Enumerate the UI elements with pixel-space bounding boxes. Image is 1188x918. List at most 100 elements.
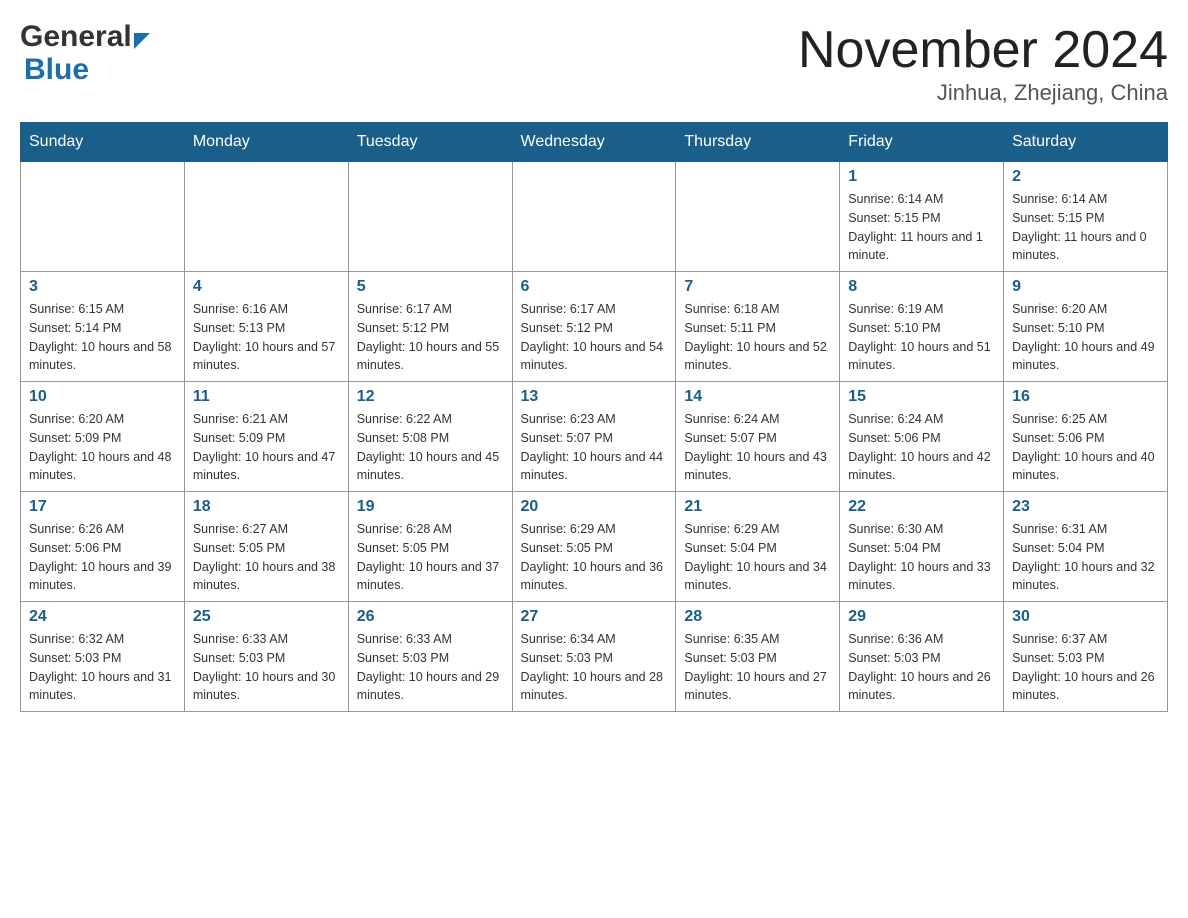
- day-number-27: 27: [521, 608, 668, 626]
- day-info-24: Sunrise: 6:32 AMSunset: 5:03 PMDaylight:…: [29, 630, 176, 705]
- cell-week2-day7: 9 Sunrise: 6:20 AMSunset: 5:10 PMDaylight…: [1004, 272, 1168, 382]
- day-info-14: Sunrise: 6:24 AMSunset: 5:07 PMDaylight:…: [684, 410, 831, 485]
- day-number-17: 17: [29, 498, 176, 516]
- day-info-19: Sunrise: 6:28 AMSunset: 5:05 PMDaylight:…: [357, 520, 504, 595]
- day-info-6: Sunrise: 6:17 AMSunset: 5:12 PMDaylight:…: [521, 300, 668, 375]
- cell-week1-day5: [676, 162, 840, 272]
- cell-week3-day6: 15 Sunrise: 6:24 AMSunset: 5:06 PMDayligh…: [840, 382, 1004, 492]
- cell-week1-day3: [348, 162, 512, 272]
- week-row-3: 10 Sunrise: 6:20 AMSunset: 5:09 PMDayligh…: [21, 382, 1168, 492]
- day-info-27: Sunrise: 6:34 AMSunset: 5:03 PMDaylight:…: [521, 630, 668, 705]
- week-row-4: 17 Sunrise: 6:26 AMSunset: 5:06 PMDayligh…: [21, 492, 1168, 602]
- day-number-5: 5: [357, 278, 504, 296]
- logo-general-label: General: [20, 20, 132, 54]
- cell-week1-day7: 2Sunrise: 6:14 AMSunset: 5:15 PMDaylight…: [1004, 162, 1168, 272]
- day-number-1: 1: [848, 168, 995, 186]
- cell-week2-day3: 5 Sunrise: 6:17 AMSunset: 5:12 PMDaylight…: [348, 272, 512, 382]
- cell-week3-day2: 11Sunrise: 6:21 AMSunset: 5:09 PMDayligh…: [184, 382, 348, 492]
- header-thursday: Thursday: [676, 123, 840, 162]
- day-info-4: Sunrise: 6:16 AMSunset: 5:13 PMDaylight:…: [193, 300, 340, 375]
- day-info-30: Sunrise: 6:37 AMSunset: 5:03 PMDaylight:…: [1012, 630, 1159, 705]
- day-info-15: Sunrise: 6:24 AMSunset: 5:06 PMDaylight:…: [848, 410, 995, 485]
- day-info-21: Sunrise: 6:29 AMSunset: 5:04 PMDaylight:…: [684, 520, 831, 595]
- day-number-11: 11: [193, 388, 340, 406]
- cell-week2-day2: 4 Sunrise: 6:16 AMSunset: 5:13 PMDaylight…: [184, 272, 348, 382]
- day-number-25: 25: [193, 608, 340, 626]
- logo-blue-label: Blue: [24, 53, 89, 86]
- day-number-16: 16: [1012, 388, 1159, 406]
- cell-week2-day6: 8Sunrise: 6:19 AMSunset: 5:10 PMDaylight…: [840, 272, 1004, 382]
- day-info-7: Sunrise: 6:18 AMSunset: 5:11 PMDaylight:…: [684, 300, 831, 375]
- day-number-10: 10: [29, 388, 176, 406]
- page-header-wrapper: General Blue November 2024 Jinhua, Zheji…: [20, 20, 1168, 106]
- day-number-20: 20: [521, 498, 668, 516]
- day-number-9: 9: [1012, 278, 1159, 296]
- day-info-28: Sunrise: 6:35 AMSunset: 5:03 PMDaylight:…: [684, 630, 831, 705]
- day-number-28: 28: [684, 608, 831, 626]
- day-info-5: Sunrise: 6:17 AMSunset: 5:12 PMDaylight:…: [357, 300, 504, 375]
- logo-blue-triangle: [134, 23, 150, 57]
- day-info-2: Sunrise: 6:14 AMSunset: 5:15 PMDaylight:…: [1012, 190, 1159, 265]
- header-sunday: Sunday: [21, 123, 185, 162]
- cell-week5-day7: 30Sunrise: 6:37 AMSunset: 5:03 PMDayligh…: [1004, 602, 1168, 712]
- header-monday: Monday: [184, 123, 348, 162]
- day-number-13: 13: [521, 388, 668, 406]
- cell-week2-day1: 3 Sunrise: 6:15 AMSunset: 5:14 PMDaylight…: [21, 272, 185, 382]
- day-info-9: Sunrise: 6:20 AMSunset: 5:10 PMDaylight:…: [1012, 300, 1159, 375]
- day-number-8: 8: [848, 278, 995, 296]
- cell-week5-day1: 24 Sunrise: 6:32 AMSunset: 5:03 PMDayligh…: [21, 602, 185, 712]
- cell-week5-day4: 27 Sunrise: 6:34 AMSunset: 5:03 PMDayligh…: [512, 602, 676, 712]
- day-info-3: Sunrise: 6:15 AMSunset: 5:14 PMDaylight:…: [29, 300, 176, 375]
- day-number-15: 15: [848, 388, 995, 406]
- header-saturday: Saturday: [1004, 123, 1168, 162]
- day-number-6: 6: [521, 278, 668, 296]
- cell-week5-day2: 25Sunrise: 6:33 AMSunset: 5:03 PMDayligh…: [184, 602, 348, 712]
- cell-week4-day1: 17 Sunrise: 6:26 AMSunset: 5:06 PMDayligh…: [21, 492, 185, 602]
- day-info-1: Sunrise: 6:14 AMSunset: 5:15 PMDaylight:…: [848, 190, 995, 265]
- day-number-24: 24: [29, 608, 176, 626]
- day-info-26: Sunrise: 6:33 AMSunset: 5:03 PMDaylight:…: [357, 630, 504, 705]
- cell-week4-day6: 22 Sunrise: 6:30 AMSunset: 5:04 PMDayligh…: [840, 492, 1004, 602]
- day-number-3: 3: [29, 278, 176, 296]
- cell-week4-day2: 18Sunrise: 6:27 AMSunset: 5:05 PMDayligh…: [184, 492, 348, 602]
- day-number-12: 12: [357, 388, 504, 406]
- day-info-20: Sunrise: 6:29 AMSunset: 5:05 PMDaylight:…: [521, 520, 668, 595]
- day-number-23: 23: [1012, 498, 1159, 516]
- calendar-header-row: SundayMondayTuesdayWednesdayThursdayFrid…: [21, 123, 1168, 162]
- day-number-7: 7: [684, 278, 831, 296]
- day-info-29: Sunrise: 6:36 AMSunset: 5:03 PMDaylight:…: [848, 630, 995, 705]
- cell-week3-day7: 16 Sunrise: 6:25 AMSunset: 5:06 PMDayligh…: [1004, 382, 1168, 492]
- cell-week5-day3: 26 Sunrise: 6:33 AMSunset: 5:03 PMDayligh…: [348, 602, 512, 712]
- header-friday: Friday: [840, 123, 1004, 162]
- cell-week3-day4: 13Sunrise: 6:23 AMSunset: 5:07 PMDayligh…: [512, 382, 676, 492]
- day-number-21: 21: [684, 498, 831, 516]
- day-info-10: Sunrise: 6:20 AMSunset: 5:09 PMDaylight:…: [29, 410, 176, 485]
- day-number-29: 29: [848, 608, 995, 626]
- day-number-19: 19: [357, 498, 504, 516]
- week-row-5: 24 Sunrise: 6:32 AMSunset: 5:03 PMDayligh…: [21, 602, 1168, 712]
- day-number-4: 4: [193, 278, 340, 296]
- week-row-1: 1 Sunrise: 6:14 AMSunset: 5:15 PMDaylight…: [21, 162, 1168, 272]
- calendar-table: SundayMondayTuesdayWednesdayThursdayFrid…: [20, 122, 1168, 712]
- day-info-17: Sunrise: 6:26 AMSunset: 5:06 PMDaylight:…: [29, 520, 176, 595]
- header-tuesday: Tuesday: [348, 123, 512, 162]
- day-info-23: Sunrise: 6:31 AMSunset: 5:04 PMDaylight:…: [1012, 520, 1159, 595]
- cell-week4-day5: 21 Sunrise: 6:29 AMSunset: 5:04 PMDayligh…: [676, 492, 840, 602]
- day-info-16: Sunrise: 6:25 AMSunset: 5:06 PMDaylight:…: [1012, 410, 1159, 485]
- cell-week4-day3: 19 Sunrise: 6:28 AMSunset: 5:05 PMDayligh…: [348, 492, 512, 602]
- day-info-18: Sunrise: 6:27 AMSunset: 5:05 PMDaylight:…: [193, 520, 340, 595]
- day-number-26: 26: [357, 608, 504, 626]
- cell-week5-day5: 28 Sunrise: 6:35 AMSunset: 5:03 PMDayligh…: [676, 602, 840, 712]
- cell-week3-day5: 14Sunrise: 6:24 AMSunset: 5:07 PMDayligh…: [676, 382, 840, 492]
- cell-week1-day6: 1 Sunrise: 6:14 AMSunset: 5:15 PMDaylight…: [840, 162, 1004, 272]
- day-number-22: 22: [848, 498, 995, 516]
- week-row-2: 3 Sunrise: 6:15 AMSunset: 5:14 PMDaylight…: [21, 272, 1168, 382]
- day-info-22: Sunrise: 6:30 AMSunset: 5:04 PMDaylight:…: [848, 520, 995, 595]
- cell-week5-day6: 29 Sunrise: 6:36 AMSunset: 5:03 PMDayligh…: [840, 602, 1004, 712]
- day-info-12: Sunrise: 6:22 AMSunset: 5:08 PMDaylight:…: [357, 410, 504, 485]
- title-display: November 2024 Jinhua, Zhejiang, China: [798, 20, 1168, 106]
- cell-week2-day4: 6 Sunrise: 6:17 AMSunset: 5:12 PMDaylight…: [512, 272, 676, 382]
- logo-display: General Blue: [20, 20, 150, 87]
- cell-week4-day7: 23 Sunrise: 6:31 AMSunset: 5:04 PMDayligh…: [1004, 492, 1168, 602]
- header-wednesday: Wednesday: [512, 123, 676, 162]
